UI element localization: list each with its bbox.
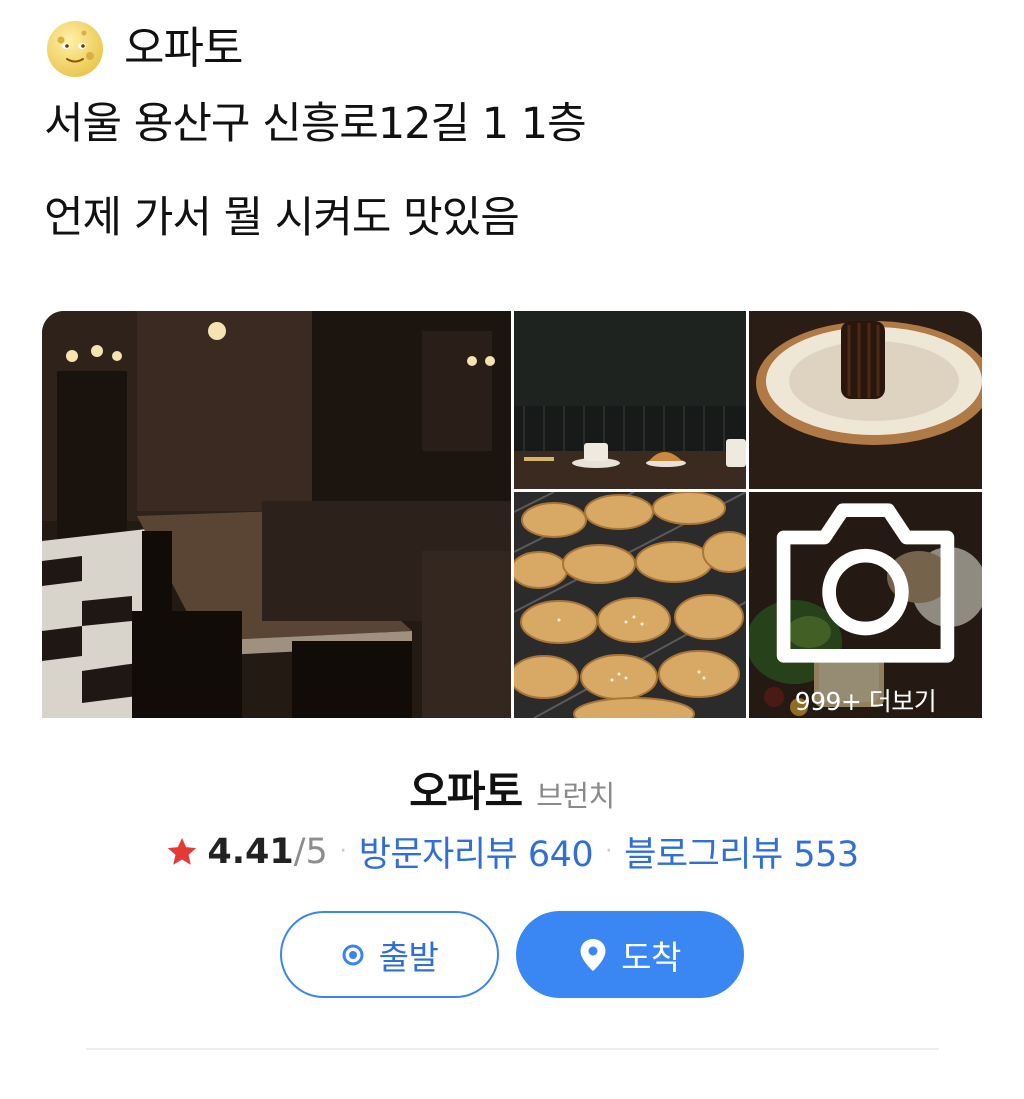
arrive-button-label: 도착 [621, 937, 681, 977]
depart-button-label: 출발 [378, 937, 439, 977]
post-address-text: 서울 용산구 신흥로12길 1 1층 [44, 99, 587, 149]
location-pin-icon [580, 938, 606, 971]
photo-gallery[interactable]: 999+ 더보기 [42, 311, 982, 718]
author-name[interactable]: 오파토 [124, 20, 243, 78]
photo-canele[interactable] [749, 311, 982, 489]
blog-reviews-link[interactable]: 블로그리뷰 553 [624, 826, 859, 877]
rating-value: 4.41 [207, 831, 294, 872]
photo-salt-bread[interactable] [514, 492, 746, 718]
photo-interior[interactable] [42, 311, 511, 718]
place-stats-row: 4.41 /5 · 방문자리뷰 640 · 블로그리뷰 553 [0, 826, 1024, 877]
separator-dot: · [339, 839, 347, 864]
visitor-reviews-link[interactable]: 방문자리뷰 640 [359, 826, 594, 877]
full-moon-face-icon [47, 21, 103, 77]
camera-icon [776, 503, 955, 663]
photo-cafe-table[interactable] [514, 311, 746, 489]
photo-brunch-more[interactable]: 999+ 더보기 [749, 492, 982, 718]
star-icon [168, 837, 197, 865]
rating-max: /5 [293, 831, 328, 872]
post-comment-text: 언제 가서 뭘 시켜도 맛있음 [44, 193, 520, 243]
depart-button[interactable]: 출발 [280, 911, 499, 998]
divider [86, 1048, 939, 1050]
place-category: 브런치 [536, 779, 615, 813]
arrive-button[interactable]: 도착 [516, 911, 744, 998]
more-photos-label: 999+ 더보기 [794, 687, 937, 716]
origin-dot-icon [342, 944, 364, 965]
place-name[interactable]: 오파토 [409, 758, 523, 819]
place-title-row: 오파토 브런치 [0, 758, 1024, 819]
more-photos-overlay[interactable]: 999+ 더보기 [749, 492, 982, 718]
separator-dot: · [605, 839, 613, 864]
